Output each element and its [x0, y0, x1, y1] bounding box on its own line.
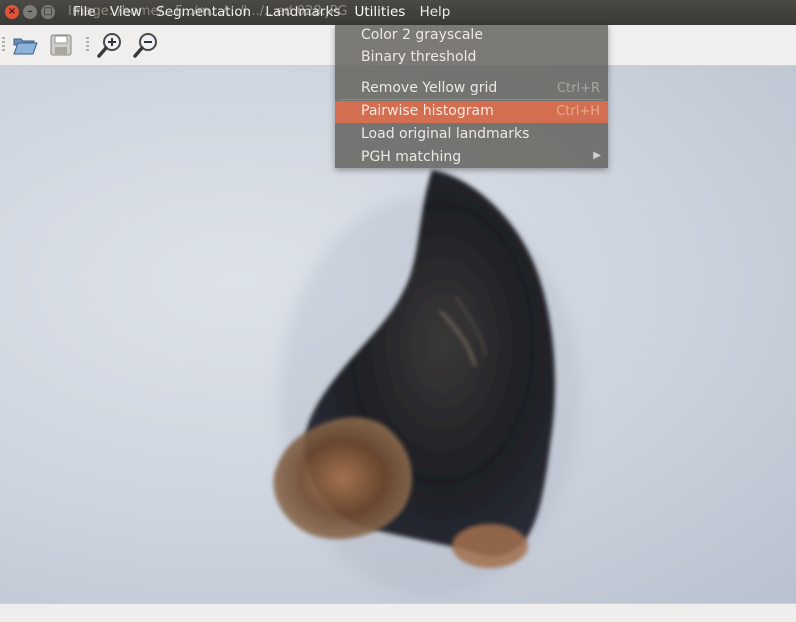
menu-bar: File View Segmentation Landmarks Utiliti… [73, 4, 460, 20]
menu-item-pgh-matching[interactable]: PGH matching ▶ [335, 147, 608, 169]
title-bar: × – □ Image: /home/...F.../m.../.../l...… [0, 0, 796, 25]
submenu-arrow-icon: ▶ [593, 150, 601, 161]
menu-file[interactable]: File [73, 4, 96, 20]
menu-item-label: PGH matching [361, 149, 462, 165]
window-maximize-button[interactable]: □ [41, 5, 55, 19]
menu-item-load-original-landmarks[interactable]: Load original landmarks [335, 124, 608, 146]
window-minimize-button[interactable]: – [23, 5, 37, 19]
toolbar-grip[interactable] [2, 37, 5, 53]
zoom-out-icon[interactable] [132, 31, 160, 59]
menu-item-color-2-grayscale[interactable]: Color 2 grayscale [335, 25, 608, 47]
menu-item-label: Pairwise histogram [361, 103, 494, 119]
menu-item-label: Color 2 grayscale [361, 27, 483, 43]
menu-item-label: Load original landmarks [361, 126, 530, 142]
status-bar [0, 603, 796, 622]
menu-item-pairwise-histogram[interactable]: Pairwise histogram Ctrl+H [335, 101, 608, 123]
menu-item-shortcut: Ctrl+R [556, 81, 600, 96]
menu-item-shortcut: Ctrl+H [556, 104, 600, 119]
menu-utilities[interactable]: Utilities [354, 4, 405, 20]
menu-view[interactable]: View [110, 4, 142, 20]
menu-landmarks[interactable]: Landmarks [265, 4, 340, 20]
menu-item-label: Binary threshold [361, 49, 477, 65]
window-close-button[interactable]: × [5, 5, 19, 19]
open-folder-icon[interactable] [11, 31, 39, 59]
menu-item-remove-yellow-grid[interactable]: Remove Yellow grid Ctrl+R [335, 78, 608, 100]
save-icon[interactable] [47, 31, 75, 59]
menu-segmentation[interactable]: Segmentation [156, 4, 251, 20]
utilities-dropdown-menu: Color 2 grayscale Binary threshold Remov… [335, 25, 608, 168]
menu-help[interactable]: Help [420, 4, 451, 20]
menu-item-label: Remove Yellow grid [361, 80, 498, 96]
menu-item-binary-threshold[interactable]: Binary threshold [335, 47, 608, 69]
zoom-in-icon[interactable] [96, 31, 124, 59]
toolbar-separator [86, 37, 89, 53]
